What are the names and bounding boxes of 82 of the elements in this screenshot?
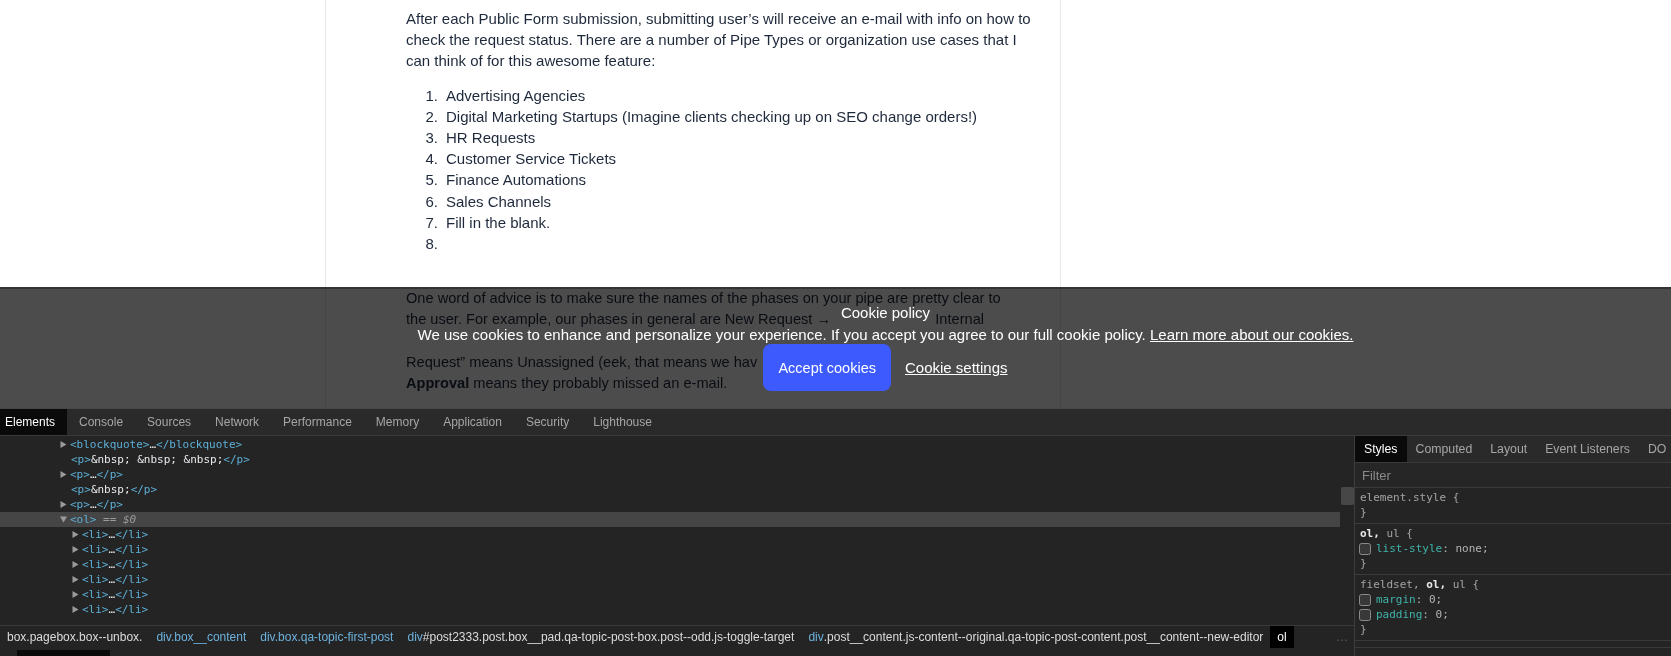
paragraph-text: Internal: [935, 312, 984, 328]
sidebar-tab[interactable]: Computed: [1406, 436, 1482, 462]
devtools-tab[interactable]: Lighthouse: [581, 409, 664, 435]
breadcrumb[interactable]: box.pagebox.box--unbox.: [0, 626, 150, 648]
paragraph-text: Approval means they probably missed an e-mail.: [406, 375, 728, 391]
accept-cookies-button[interactable]: Accept cookies: [763, 344, 891, 391]
caret-right-icon[interactable]: [72, 591, 79, 598]
paragraph-text: One word of advice is to make sure the names of the phases on your pipe are pretty clear to: [406, 291, 1001, 307]
css-selector: fieldset, ol, ul {: [1360, 577, 1481, 592]
closing-brace: }: [1360, 622, 1368, 637]
dom-node[interactable]: <p>&nbsp;</p>: [71, 482, 158, 497]
list-number: 8.: [425, 234, 438, 252]
dom-node[interactable]: <li>…</li>: [82, 587, 149, 602]
dom-node[interactable]: <li>…</li>: [82, 572, 149, 587]
dom-node[interactable]: <p>…</p>: [70, 497, 123, 512]
caret-right-icon[interactable]: [72, 606, 79, 613]
dom-node[interactable]: <li>…</li>: [82, 602, 149, 617]
devtools-tab[interactable]: Application: [431, 409, 514, 435]
devtools-tab[interactable]: Memory: [363, 409, 432, 435]
css-declaration: list-style: none;: [1376, 541, 1489, 556]
checkbox[interactable]: [1359, 542, 1371, 555]
caret-down-icon[interactable]: [60, 516, 67, 523]
dom-node[interactable]: <p>…</p>: [70, 467, 123, 482]
dom-node[interactable]: <li>…</li>: [82, 527, 149, 542]
paragraph-text: Request” means Unassigned (eek, that means we hav: [406, 354, 758, 370]
dom-node[interactable]: <p>&nbsp; &nbsp; &nbsp;</p>: [71, 452, 250, 467]
list-number: 5.: [425, 171, 438, 189]
checkbox[interactable]: [1359, 593, 1371, 606]
list-number: 3.: [425, 129, 438, 146]
devtools-tab[interactable]: Console: [67, 409, 136, 435]
css-declaration: padding: 0;: [1376, 607, 1449, 622]
cookie-message: We use cookies to enhance and personalize your experience. If you accept you agree to our full cookie policy. Learn more about our cookies.: [417, 326, 1354, 342]
scrollbar-thumb[interactable]: [1341, 487, 1354, 505]
devtools-tab[interactable]: Elements: [0, 409, 68, 435]
dom-node[interactable]: <blockquote>…</blockquote>: [70, 437, 243, 452]
caret-right-icon[interactable]: [60, 471, 67, 478]
breadcrumb[interactable]: div.box__content: [149, 626, 254, 648]
closing-brace: }: [1360, 505, 1368, 520]
breadcrumb[interactable]: ol: [1270, 626, 1294, 648]
caret-right-icon[interactable]: [72, 576, 79, 583]
dom-node[interactable]: <li>…</li>: [82, 557, 149, 572]
list-item-text: Customer Service Tickets: [446, 149, 617, 170]
closing-brace: }: [1360, 556, 1368, 571]
caret-right-icon[interactable]: [72, 546, 79, 553]
scrollbar-thumb[interactable]: [17, 650, 110, 656]
list-number: 1.: [425, 86, 438, 104]
sidebar-tab[interactable]: DO: [1638, 436, 1671, 462]
caret-right-icon[interactable]: [60, 501, 67, 508]
css-selector: ol, ul {: [1360, 526, 1414, 541]
devtools-tab[interactable]: Performance: [271, 409, 364, 435]
sidebar-tab[interactable]: Event Listeners: [1536, 436, 1639, 462]
list-number: 4.: [425, 150, 438, 168]
list-item-text: Fill in the blank.: [446, 212, 551, 233]
list-item-text: HR Requests: [446, 128, 536, 148]
learn-more-link[interactable]: Learn more about our cookies.: [1149, 325, 1354, 343]
list-item-text: Advertising Agencies: [446, 85, 586, 106]
dom-node[interactable]: <ol> == $0: [70, 512, 137, 527]
breadcrumb[interactable]: div.post__content.js-content--original.qa-topic-post-content.post__content--new-editor: [801, 626, 1271, 648]
caret-right-icon[interactable]: [60, 441, 67, 448]
article-paragraph: After each Public Form submission, submitting user’s will receive an e-mail with info on how to check the request status. There are a number of Pipe Types or organization use cases that I can think of for this awesome feature:: [406, 9, 1032, 72]
list-number: 2.: [425, 107, 438, 125]
devtools-tab[interactable]: Security: [513, 409, 582, 435]
list-number: 7.: [425, 213, 438, 231]
caret-right-icon[interactable]: [72, 531, 79, 538]
breadcrumb[interactable]: div#post2333.post.box__pad.qa-topic-post-box.post--odd.js-toggle-target: [400, 626, 802, 648]
caret-right-icon[interactable]: [72, 561, 79, 568]
list-number: 6.: [425, 192, 438, 210]
css-declaration: margin: 0;: [1376, 592, 1443, 607]
devtools-tab[interactable]: Sources: [135, 409, 204, 435]
paragraph-text: the user. For example, our phases in general are New Request →: [406, 312, 832, 328]
list-item-text: Finance Automations: [446, 170, 587, 191]
sidebar-tab[interactable]: Layout: [1481, 436, 1537, 462]
css-selector: element.style {: [1360, 490, 1461, 505]
overflow-ellipsis: …: [1336, 630, 1348, 644]
checkbox[interactable]: [1359, 608, 1371, 621]
cookie-settings-link[interactable]: Cookie settings: [905, 359, 1008, 376]
list-item-text: Digital Marketing Startups (Imagine clients checking up on SEO change orders!): [446, 106, 978, 127]
devtools-tab[interactable]: Network: [203, 409, 272, 435]
sidebar-tab[interactable]: Styles: [1355, 436, 1407, 462]
breadcrumb[interactable]: div.box.qa-topic-first-post: [253, 626, 401, 648]
list-item-text: Sales Channels: [446, 191, 552, 212]
dom-node[interactable]: <li>…</li>: [82, 542, 149, 557]
